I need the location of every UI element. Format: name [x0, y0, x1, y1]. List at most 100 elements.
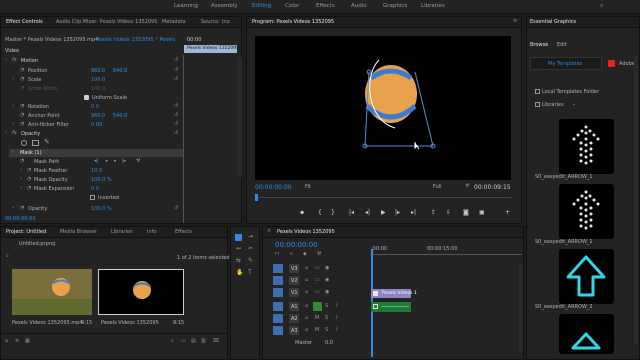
playhead[interactable]	[255, 194, 258, 201]
stopwatch-icon[interactable]: ◔	[20, 104, 24, 109]
fx-icon[interactable]: fx	[12, 131, 17, 136]
stopwatch-icon[interactable]: ◔	[20, 206, 24, 211]
reset-icon[interactable]: ↺	[174, 104, 178, 109]
anchor-x[interactable]: 960.0	[91, 113, 105, 119]
stopwatch-icon[interactable]: ◔	[20, 77, 24, 82]
go-to-out-icon[interactable]: ▸|	[411, 210, 416, 216]
chevron-right-icon[interactable]: ›	[12, 104, 14, 109]
program-timecode[interactable]: 00:00:00:00	[255, 184, 292, 191]
sync-lock-icon[interactable]: ▭	[315, 290, 320, 295]
menu-icon[interactable]: ≡	[513, 19, 517, 24]
snap-icon[interactable]: ⊓	[275, 252, 279, 257]
time-ruler[interactable]	[371, 254, 522, 255]
workspace-libraries[interactable]: Libraries	[421, 3, 445, 9]
chevron-down-icon[interactable]: ›	[12, 150, 14, 155]
slip-tool-icon[interactable]: ⇆	[236, 258, 241, 264]
chevron-right-icon[interactable]: ›	[20, 186, 22, 191]
inverted-checkbox[interactable]	[90, 195, 95, 200]
local-folder-checkbox[interactable]	[535, 89, 540, 94]
chevron-down-icon[interactable]: ›	[5, 58, 7, 63]
lock-icon[interactable]: ⌂	[305, 304, 308, 309]
tab-effects[interactable]: Effects	[175, 229, 192, 235]
track-target-a3[interactable]	[273, 326, 283, 335]
stopwatch-icon[interactable]: ◔	[20, 68, 24, 73]
opacity-value[interactable]: 100.0 %	[91, 206, 112, 212]
stopwatch-icon[interactable]: ◔	[20, 122, 24, 127]
search-icon[interactable]: ⌕	[6, 254, 9, 259]
eg-scrollbar[interactable]	[634, 55, 638, 345]
track-v2[interactable]: V2	[289, 276, 299, 285]
mask-expansion-value[interactable]: 0.0	[91, 186, 99, 192]
sequence-clip[interactable]: Pexels Videos 1352095 * Pexels	[96, 37, 175, 43]
stopwatch-icon[interactable]: ◔	[20, 113, 24, 118]
fx-icon[interactable]: fx	[12, 58, 17, 63]
play-forward-icon[interactable]: ▸	[114, 159, 117, 164]
reset-icon[interactable]: ↺	[174, 77, 178, 82]
tab-audio-clip-mixer[interactable]: Audio Clip Mixer: Pexels Videos 1352095	[56, 19, 157, 25]
tab-project[interactable]: Project: Untitled	[6, 229, 46, 235]
add-marker-icon[interactable]: ⬥	[303, 252, 307, 257]
ec-scrollbar[interactable]	[237, 57, 242, 177]
mute-button[interactable]	[313, 302, 322, 311]
marker-icon[interactable]: ⬥	[300, 210, 304, 216]
template-thumb[interactable]	[559, 184, 614, 239]
chevron-down-icon[interactable]: ›	[5, 131, 7, 136]
track-a1[interactable]: A1	[289, 302, 299, 311]
chevron-right-icon[interactable]: ›	[20, 177, 22, 182]
workspace-assembly[interactable]: Assembly	[211, 3, 238, 9]
sync-lock-icon[interactable]: ▭	[315, 266, 320, 271]
eye-icon[interactable]: ◉	[325, 290, 329, 295]
selection-tool-icon[interactable]	[235, 234, 242, 241]
position-y[interactable]: 540.0	[113, 68, 127, 74]
lock-icon[interactable]: ⌂	[305, 278, 308, 283]
libraries-checkbox[interactable]	[535, 102, 540, 107]
antiflicker-value[interactable]: 0.00	[91, 122, 102, 128]
extract-icon[interactable]: ⇩	[446, 210, 451, 216]
clear-icon[interactable]: ▥	[201, 339, 206, 344]
lift-icon[interactable]: ⇪	[431, 210, 436, 216]
find-icon[interactable]: ⌕	[171, 339, 174, 344]
pen-icon[interactable]: ✎	[248, 258, 253, 264]
step-back-icon[interactable]: ◂	[105, 159, 108, 164]
hand-tool-icon[interactable]: ✋	[236, 270, 243, 276]
program-video-frame[interactable]	[255, 36, 511, 180]
tab-info[interactable]: Info	[147, 229, 156, 235]
tab-sequence[interactable]: Pexels Videos 1352095	[277, 229, 335, 235]
wrench-icon[interactable]: ⚒	[136, 159, 140, 164]
lock-icon[interactable]: ⌂	[5, 339, 8, 344]
track-target-v2[interactable]	[273, 276, 283, 285]
my-templates-button[interactable]: My Templates	[530, 57, 602, 70]
reset-icon[interactable]: ↺	[174, 58, 178, 63]
uniform-scale-checkbox[interactable]	[84, 95, 89, 100]
settings-icon[interactable]: ⚒	[317, 252, 321, 257]
sync-lock-icon[interactable]: ▭	[315, 278, 320, 283]
timeline-timecode[interactable]: 00:00:00:00	[275, 241, 318, 249]
new-item-icon[interactable]: ▤	[191, 339, 196, 344]
reset-icon[interactable]: ↺	[174, 131, 178, 136]
new-bin-icon[interactable]: ▭	[181, 339, 186, 344]
trash-icon[interactable]: ⌧	[213, 339, 219, 344]
list-view-icon[interactable]: ≡	[15, 339, 19, 344]
workspace-graphics[interactable]: Graphics	[383, 3, 407, 9]
mic-icon[interactable]: ♪	[335, 304, 338, 309]
search-icon[interactable]: ⌕	[600, 3, 603, 9]
ec-timecode[interactable]: 00:00:00:00	[5, 216, 36, 222]
mask-feather-value[interactable]: 10.0	[91, 168, 102, 174]
eye-icon[interactable]: ◉	[325, 278, 329, 283]
linked-selection-icon[interactable]: ∞	[289, 252, 293, 257]
track-v3[interactable]: V3	[289, 264, 299, 273]
chevron-right-icon[interactable]: ›	[12, 206, 14, 211]
lock-icon[interactable]: ⌂	[305, 290, 308, 295]
chevron-right-icon[interactable]: ›	[20, 168, 22, 173]
scale-value[interactable]: 100.0	[91, 77, 105, 83]
mask-opacity-value[interactable]: 100.0 %	[91, 177, 112, 183]
workspace-color[interactable]: Color	[285, 3, 299, 9]
ripple-edit-icon[interactable]: ↔	[236, 246, 241, 252]
reset-icon[interactable]: ↺	[174, 68, 178, 73]
add-button-icon[interactable]: +	[505, 210, 510, 216]
mic-icon[interactable]: ♪	[335, 328, 338, 333]
track-v1[interactable]: V1	[289, 288, 299, 297]
tab-media-browser[interactable]: Media Browser	[60, 229, 97, 235]
tab-libraries[interactable]: Libraries	[111, 229, 133, 235]
quality-dropdown[interactable]: Full	[433, 184, 442, 190]
